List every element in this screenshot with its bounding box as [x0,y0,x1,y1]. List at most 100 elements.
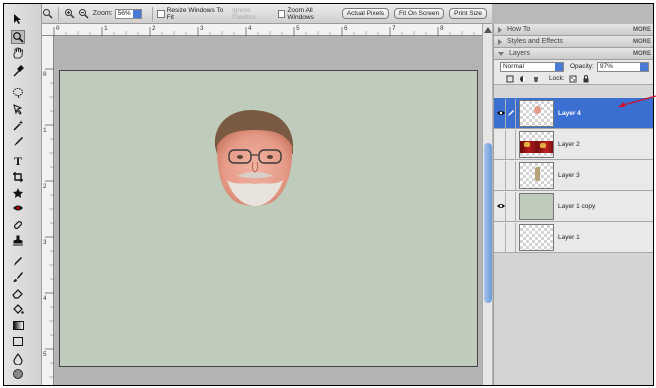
red-eye-tool-icon[interactable] [11,202,25,216]
how-to-more-button[interactable]: MORE [633,27,651,33]
shape-tool-icon[interactable] [11,334,25,348]
ruler-top-tick: 5 [296,25,300,32]
expand-arrow-icon[interactable] [498,51,504,56]
ruler-top-tick: 8 [440,25,444,32]
zoom-all-windows-checkbox[interactable]: Zoom All Windows [277,6,336,21]
layer-row-layer-3[interactable]: Layer 3 [494,160,653,191]
blur-tool-icon[interactable] [11,352,25,366]
fit-on-screen-button[interactable]: Fit On Screen [394,8,445,19]
layers-panel-tab[interactable]: Layers MORE [494,48,653,60]
document-canvas[interactable] [59,70,478,367]
layers-more-button[interactable]: MORE [633,51,651,57]
zoom-tool-icon[interactable] [11,30,25,44]
zoom-tool-option-icon[interactable] [41,7,54,21]
gradient-tool-icon[interactable] [11,318,25,332]
photoshop-window: T Zoom: 56% Resize Windows To Fit Ignore… [3,3,654,386]
resize-windows-label: Resize Windows To Fit [166,6,224,21]
opacity-value: 97% [599,62,613,70]
pencil-tool-icon[interactable] [11,254,25,268]
ruler-left: 0 1 2 3 4 5 [42,36,54,385]
opacity-slider-arrow-icon[interactable] [639,62,648,71]
new-layer-icon[interactable] [506,75,514,83]
face-photo [214,110,293,206]
ruler-top-tick: 2 [152,25,156,32]
brush-link-icon[interactable] [506,98,516,128]
print-size-button[interactable]: Print Size [449,8,487,19]
resize-windows-checkbox-box[interactable] [157,9,165,18]
ruler-left-tick: 5 [43,351,47,358]
ruler-top: 0 1 2 3 4 5 6 7 8 [42,24,482,36]
cookie-cutter-tool-icon[interactable] [11,186,25,200]
layer-name[interactable]: Layer 2 [558,141,580,148]
link-toggle[interactable] [506,129,516,159]
layer-thumbnail [519,99,554,127]
brush-tool-icon[interactable] [11,270,25,284]
visibility-eye-icon[interactable] [496,191,506,221]
sponge-tool-icon[interactable] [11,367,25,381]
layer-row-layer-2[interactable]: Layer 2 [494,129,653,160]
zoom-input[interactable]: 56% [114,8,143,19]
move-tool-icon[interactable] [11,12,25,26]
layer-name[interactable]: Layer 3 [558,172,580,179]
crop-tool-icon[interactable] [11,170,25,184]
lock-transparency-icon[interactable] [569,75,577,83]
link-toggle[interactable] [506,222,516,252]
magic-wand-tool-icon[interactable] [11,118,25,132]
eraser-tool-icon[interactable] [11,286,25,300]
chevron-down-icon[interactable] [555,62,563,71]
delete-layer-icon[interactable] [532,75,540,83]
zoom-slider-arrow-icon[interactable] [133,9,142,18]
layer-row-layer-1-copy[interactable]: Layer 1 copy [494,191,653,222]
ruler-left-tick: 0 [43,71,47,78]
brush-select-tool-icon[interactable] [11,134,25,148]
adjustment-layer-icon[interactable] [519,75,527,83]
actual-pixels-button[interactable]: Actual Pixels [341,8,390,19]
visibility-eye-icon[interactable] [496,98,506,128]
opacity-input[interactable]: 97% [596,61,649,72]
visibility-toggle[interactable] [496,160,506,190]
layer-lock-row: Lock: [494,73,653,85]
visibility-toggle[interactable] [496,129,506,159]
zoom-out-icon[interactable] [77,7,90,21]
visibility-toggle[interactable] [496,222,506,252]
lasso-tool-icon[interactable] [11,102,25,116]
ignore-palettes-checkbox[interactable]: Ignore Palettes [232,7,272,21]
collapse-arrow-icon[interactable] [498,38,502,45]
clone-stamp-tool-icon[interactable] [11,234,25,248]
layer-row-layer-1[interactable]: Layer 1 [494,222,653,253]
healing-brush-tool-icon[interactable] [11,218,25,232]
scrollbar-thumb[interactable] [484,143,492,303]
layer-options-row: Normal Opacity: 97% [494,60,653,73]
styles-more-button[interactable]: MORE [633,39,651,45]
lock-icon[interactable] [582,74,590,83]
canvas-vertical-scrollbar[interactable] [482,24,492,385]
zoom-in-icon[interactable] [63,7,76,21]
layer-name[interactable]: Layer 1 [558,234,580,241]
layer-name[interactable]: Layer 4 [558,110,581,117]
color-swatches-icon[interactable] [9,382,27,385]
layers-empty-area [494,253,653,385]
how-to-panel-tab[interactable]: How To MORE [494,24,653,36]
link-toggle[interactable] [506,191,516,221]
hand-tool-icon[interactable] [11,46,25,60]
paint-bucket-tool-icon[interactable] [11,302,25,316]
ruler-top-tick: 6 [344,25,348,32]
ruler-top-tick: 7 [392,25,396,32]
ruler-left-tick: 4 [43,295,47,302]
layer-name[interactable]: Layer 1 copy [558,203,595,210]
ignore-palettes-label: Ignore Palettes [232,6,256,21]
link-toggle[interactable] [506,160,516,190]
scroll-up-arrow-icon[interactable] [484,27,492,33]
type-tool-icon[interactable]: T [11,154,25,168]
marquee-tool-icon[interactable] [11,86,25,100]
resize-windows-checkbox[interactable]: Resize Windows To Fit [157,7,226,21]
collapse-arrow-icon[interactable] [498,26,502,33]
zoom-all-windows-checkbox-box[interactable] [277,9,286,18]
ruler-top-tick: 0 [56,25,60,32]
blend-mode-select[interactable]: Normal [500,61,564,72]
palette-bin: How To MORE Styles and Effects MORE Laye… [493,24,653,385]
eyedropper-tool-icon[interactable] [11,64,25,78]
layer-row-layer-4[interactable]: Layer 4 [494,98,653,129]
zoom-all-windows-label: Zoom All Windows [287,6,314,21]
styles-panel-tab[interactable]: Styles and Effects MORE [494,36,653,48]
